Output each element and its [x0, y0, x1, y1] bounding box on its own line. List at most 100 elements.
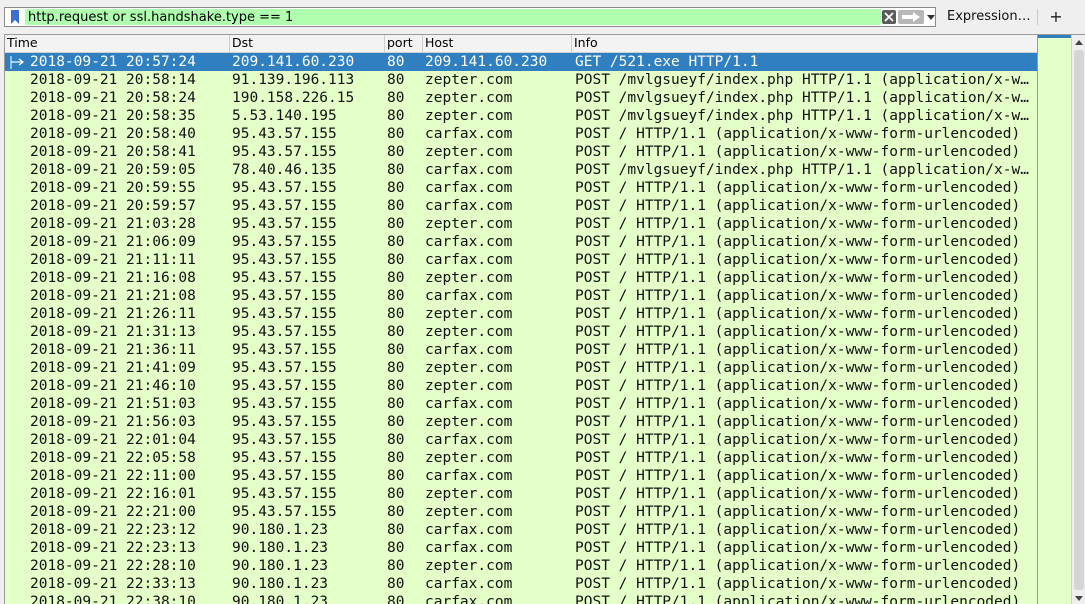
cell-dst: 91.139.196.113: [232, 72, 355, 88]
packet-row[interactable]: 2018-09-21 20:59:05 78.40.46.135 80 carfax.…: [5, 161, 1037, 179]
expression-button[interactable]: Expression…: [940, 7, 1036, 27]
cell-info: POST / HTTP/1.1 (application/x-www-form-…: [575, 540, 1021, 556]
cell-time: 2018-09-21 20:58:40: [30, 126, 196, 142]
cell-dst: 90.180.1.23: [232, 594, 329, 604]
cell-dst: 95.43.57.155: [232, 450, 337, 466]
add-filter-button[interactable]: +: [1045, 7, 1067, 27]
packet-row[interactable]: 2018-09-21 20:59:57 95.43.57.155 80 carfax.…: [5, 197, 1037, 215]
cell-dst: 95.43.57.155: [232, 216, 337, 232]
packet-row[interactable]: 2018-09-21 22:11:00 95.43.57.155 80 carfax.…: [5, 467, 1037, 485]
cell-port: 80: [387, 540, 405, 556]
packet-row[interactable]: 2018-09-21 21:41:09 95.43.57.155 80 zepter.…: [5, 359, 1037, 377]
cell-info: POST / HTTP/1.1 (application/x-www-form-…: [575, 594, 1021, 604]
cell-port: 80: [387, 378, 405, 394]
cell-time: 2018-09-21 22:01:04: [30, 432, 196, 448]
packet-row[interactable]: 2018-09-21 21:36:11 95.43.57.155 80 carfax.…: [5, 341, 1037, 359]
display-filter-toolbar: Expression… +: [0, 0, 1085, 34]
cell-host: zepter.com: [425, 144, 513, 160]
packet-row[interactable]: 2018-09-21 20:58:40 95.43.57.155 80 carfax.…: [5, 125, 1037, 143]
scroll-up-icon[interactable]: [1072, 35, 1085, 49]
cell-info: POST / HTTP/1.1 (application/x-www-form-…: [575, 234, 1021, 250]
cell-host: carfax.com: [425, 126, 513, 142]
cell-port: 80: [387, 72, 405, 88]
cell-info: POST / HTTP/1.1 (application/x-www-form-…: [575, 126, 1021, 142]
packet-row[interactable]: 2018-09-21 21:11:11 95.43.57.155 80 carfax.…: [5, 251, 1037, 269]
cell-dst: 95.43.57.155: [232, 432, 337, 448]
packet-row[interactable]: 2018-09-21 20:58:41 95.43.57.155 80 zepter.…: [5, 143, 1037, 161]
packet-row[interactable]: 2018-09-21 20:58:35 5.53.140.195 80 zepter.…: [5, 107, 1037, 125]
cell-time: 2018-09-21 21:31:13: [30, 324, 196, 340]
packet-row[interactable]: 2018-09-21 22:21:00 95.43.57.155 80 zepter.…: [5, 503, 1037, 521]
packet-row[interactable]: 2018-09-21 20:57:24 209.141.60.230 80 209.1…: [5, 53, 1037, 71]
cell-info: POST / HTTP/1.1 (application/x-www-form-…: [575, 360, 1021, 376]
cell-info: POST / HTTP/1.1 (application/x-www-form-…: [575, 504, 1021, 520]
cell-port: 80: [387, 54, 405, 70]
cell-info: POST / HTTP/1.1 (application/x-www-form-…: [575, 486, 1021, 502]
column-header-dst[interactable]: Dst: [230, 35, 385, 53]
toolbar-divider: [1037, 9, 1038, 25]
cell-port: 80: [387, 306, 405, 322]
packet-row[interactable]: 2018-09-21 22:01:04 95.43.57.155 80 carfax.…: [5, 431, 1037, 449]
cell-host: carfax.com: [425, 180, 513, 196]
packet-row[interactable]: 2018-09-21 22:23:13 90.180.1.23 80 carfax.c…: [5, 539, 1037, 557]
clear-icon[interactable]: [882, 10, 896, 24]
packet-row[interactable]: 2018-09-21 20:58:24 190.158.226.15 80 zepte…: [5, 89, 1037, 107]
cell-host: carfax.com: [425, 288, 513, 304]
arrow-right-icon[interactable]: [898, 10, 924, 24]
chevron-down-icon[interactable]: [926, 10, 936, 24]
cell-time: 2018-09-21 21:26:11: [30, 306, 196, 322]
packet-row[interactable]: 2018-09-21 21:31:13 95.43.57.155 80 zepter.…: [5, 323, 1037, 341]
packet-row[interactable]: 2018-09-21 22:38:10 90.180.1.23 80 carfax.c…: [5, 593, 1037, 604]
cell-host: carfax.com: [425, 432, 513, 448]
display-filter-input[interactable]: [25, 9, 881, 25]
packet-row[interactable]: 2018-09-21 21:21:08 95.43.57.155 80 carfax.…: [5, 287, 1037, 305]
cell-host: zepter.com: [425, 450, 513, 466]
packet-rows: 2018-09-21 20:57:24 209.141.60.230 80 209.1…: [5, 53, 1037, 604]
cell-dst: 78.40.46.135: [232, 162, 337, 178]
scrollbar-thumb[interactable]: [1074, 50, 1084, 590]
packet-row[interactable]: 2018-09-21 21:56:03 95.43.57.155 80 zepter.…: [5, 413, 1037, 431]
cell-dst: 95.43.57.155: [232, 342, 337, 358]
display-filter-box: [4, 7, 936, 27]
bookmark-icon[interactable]: [6, 9, 24, 25]
packet-row[interactable]: 2018-09-21 22:05:58 95.43.57.155 80 zepter.…: [5, 449, 1037, 467]
packet-row[interactable]: 2018-09-21 21:51:03 95.43.57.155 80 carfax.…: [5, 395, 1037, 413]
packet-row[interactable]: 2018-09-21 21:06:09 95.43.57.155 80 carfax.…: [5, 233, 1037, 251]
cell-time: 2018-09-21 20:58:41: [30, 144, 196, 160]
packet-row[interactable]: 2018-09-21 20:58:14 91.139.196.113 80 zepte…: [5, 71, 1037, 89]
cell-info: POST /mvlgsueyf/index.php HTTP/1.1 (appl…: [575, 108, 1030, 124]
column-header-port[interactable]: port: [385, 35, 423, 53]
cell-port: 80: [387, 180, 405, 196]
scroll-down-icon[interactable]: [1072, 591, 1085, 604]
packet-row[interactable]: 2018-09-21 20:59:55 95.43.57.155 80 carfax.…: [5, 179, 1037, 197]
cell-info: GET /521.exe HTTP/1.1: [575, 54, 759, 70]
packet-row[interactable]: 2018-09-21 21:46:10 95.43.57.155 80 zepter.…: [5, 377, 1037, 395]
cell-dst: 90.180.1.23: [232, 540, 329, 556]
cell-info: POST /mvlgsueyf/index.php HTTP/1.1 (appl…: [575, 72, 1030, 88]
cell-port: 80: [387, 522, 405, 538]
packet-row[interactable]: 2018-09-21 21:26:11 95.43.57.155 80 zepter.…: [5, 305, 1037, 323]
cell-port: 80: [387, 90, 405, 106]
cell-host: zepter.com: [425, 270, 513, 286]
packet-row[interactable]: 2018-09-21 22:33:13 90.180.1.23 80 carfax.c…: [5, 575, 1037, 593]
packet-row[interactable]: 2018-09-21 22:23:12 90.180.1.23 80 carfax.c…: [5, 521, 1037, 539]
cell-dst: 95.43.57.155: [232, 504, 337, 520]
packet-row[interactable]: 2018-09-21 22:28:10 90.180.1.23 80 zepter.c…: [5, 557, 1037, 575]
packet-row[interactable]: 2018-09-21 21:03:28 95.43.57.155 80 zepter.…: [5, 215, 1037, 233]
vertical-scrollbar[interactable]: [1071, 35, 1085, 604]
packet-row[interactable]: 2018-09-21 21:16:08 95.43.57.155 80 zepter.…: [5, 269, 1037, 287]
cell-host: carfax.com: [425, 468, 513, 484]
packet-list[interactable]: Time Dst port Host Info 2018-09-21 20:57…: [4, 34, 1085, 604]
column-header-time[interactable]: Time: [5, 35, 230, 53]
cell-time: 2018-09-21 22:23:13: [30, 540, 196, 556]
cell-info: POST / HTTP/1.1 (application/x-www-form-…: [575, 252, 1021, 268]
cell-host: zepter.com: [425, 108, 513, 124]
column-header-info[interactable]: Info: [572, 35, 1037, 53]
column-header-host[interactable]: Host: [423, 35, 572, 53]
cell-host: carfax.com: [425, 252, 513, 268]
packet-minimap[interactable]: [1037, 35, 1071, 604]
packet-row[interactable]: 2018-09-21 22:16:01 95.43.57.155 80 zepter.…: [5, 485, 1037, 503]
cell-dst: 209.141.60.230: [232, 54, 355, 70]
cell-dst: 95.43.57.155: [232, 252, 337, 268]
cell-dst: 95.43.57.155: [232, 144, 337, 160]
